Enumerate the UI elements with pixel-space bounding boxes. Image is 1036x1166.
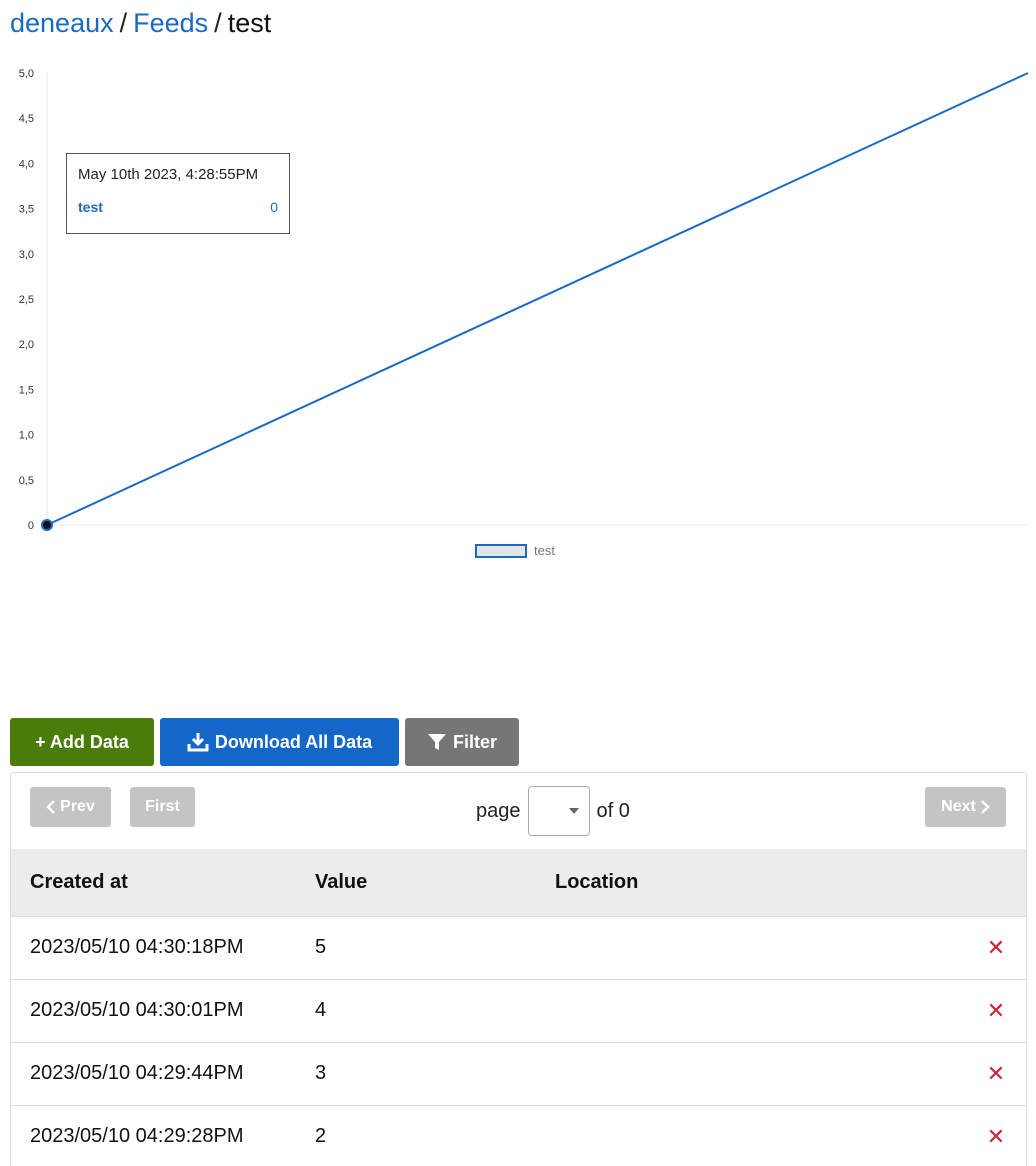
cell-location (536, 916, 966, 979)
breadcrumb: deneaux / Feeds / test (10, 6, 271, 40)
data-point (41, 519, 53, 531)
first-label: First (145, 798, 180, 815)
cell-location (536, 979, 966, 1042)
feed-actions: + Add Data Download All Data Filter (10, 718, 519, 766)
tooltip-value: 0 (270, 199, 278, 215)
add-data-button[interactable]: + Add Data (10, 718, 154, 766)
cell-created-at: 2023/05/10 04:30:01PM (30, 999, 244, 1021)
prev-label: Prev (60, 798, 95, 815)
y-tick-label: 5,0 (19, 68, 34, 80)
first-page-button[interactable]: First (130, 787, 195, 827)
cell-location (536, 1105, 966, 1166)
page-indicator: page of 0 (476, 786, 630, 836)
download-icon (187, 733, 209, 752)
legend-swatch (475, 544, 527, 558)
next-label: Next (941, 798, 976, 815)
delete-row-icon[interactable]: ✕ (987, 935, 1005, 960)
delete-row-icon[interactable]: ✕ (987, 1061, 1005, 1086)
tooltip-series-name: test (78, 199, 103, 215)
table-row: 2023/05/10 04:30:01PM 4 ✕ (11, 979, 1026, 1042)
download-all-data-button[interactable]: Download All Data (160, 718, 399, 766)
page-label: page (476, 799, 521, 822)
column-header-actions (966, 849, 1026, 916)
series-line-test (46, 72, 1029, 526)
next-page-button[interactable]: Next (925, 787, 1006, 827)
cell-created-at: 2023/05/10 04:30:18PM (30, 936, 244, 958)
chevron-left-icon (46, 800, 56, 814)
breadcrumb-user-link[interactable]: deneaux (10, 8, 114, 38)
y-tick-label: 2,5 (19, 294, 34, 306)
y-tick-label: 3,5 (19, 204, 34, 216)
y-tick-label: 0 (28, 520, 34, 532)
chart-tooltip: May 10th 2023, 4:28:55PM test 0 (66, 153, 290, 234)
caret-down-icon (568, 808, 579, 814)
data-table: Created at Value Location 2023/05/10 04:… (11, 849, 1026, 1166)
column-header-value[interactable]: Value (296, 849, 536, 916)
y-tick-label: 0,5 (19, 475, 34, 487)
y-tick-label: 1,0 (19, 430, 34, 442)
breadcrumb-current-feed: test (227, 8, 272, 38)
download-all-data-label: Download All Data (214, 731, 373, 752)
breadcrumb-separator: / (119, 8, 128, 38)
pagination: Prev First page of 0 Next (11, 773, 1026, 849)
table-row: 2023/05/10 04:30:18PM 5 ✕ (11, 916, 1026, 979)
y-tick-label: 4,0 (19, 158, 34, 170)
legend-label: test (534, 543, 555, 558)
column-header-location[interactable]: Location (536, 849, 966, 916)
breadcrumb-separator: / (214, 8, 222, 38)
y-tick-label: 1,5 (19, 384, 34, 396)
feed-line-chart[interactable]: 0 0,5 1,0 1,5 2,0 2,5 3,0 3,5 4,0 4,5 5,0 test (0, 56, 1036, 576)
tooltip-date: May 10th 2023, 4:28:55PM (78, 166, 259, 183)
prev-page-button[interactable]: Prev (30, 787, 111, 827)
table-header-row: Created at Value Location (11, 849, 1026, 916)
page-total: of 0 (596, 799, 630, 822)
y-tick-label: 3,0 (19, 249, 34, 261)
cell-value: 5 (315, 936, 327, 958)
cell-value: 3 (315, 1062, 327, 1084)
y-tick-label: 4,5 (19, 113, 34, 125)
cell-value: 4 (315, 999, 327, 1021)
table-row: 2023/05/10 04:29:28PM 2 ✕ (11, 1105, 1026, 1166)
data-panel: Prev First page of 0 Next Created at Val… (10, 772, 1027, 1166)
column-header-created-at[interactable]: Created at (11, 849, 296, 916)
filter-icon (427, 734, 446, 750)
cell-created-at: 2023/05/10 04:29:44PM (30, 1062, 244, 1084)
breadcrumb-feeds-link[interactable]: Feeds (133, 8, 208, 38)
delete-row-icon[interactable]: ✕ (987, 1124, 1005, 1149)
delete-row-icon[interactable]: ✕ (987, 998, 1005, 1023)
cell-location (536, 1042, 966, 1105)
tooltip-row: test 0 (78, 199, 278, 215)
filter-button[interactable]: Filter (405, 718, 519, 766)
cell-created-at: 2023/05/10 04:29:28PM (30, 1125, 244, 1148)
chevron-right-icon (980, 800, 990, 814)
filter-label: Filter (452, 731, 497, 752)
page-select[interactable] (527, 786, 590, 836)
y-tick-label: 2,0 (19, 339, 34, 351)
cell-value: 2 (315, 1125, 327, 1148)
table-row: 2023/05/10 04:29:44PM 3 ✕ (11, 1042, 1026, 1105)
add-data-label: + Add Data (35, 731, 129, 752)
